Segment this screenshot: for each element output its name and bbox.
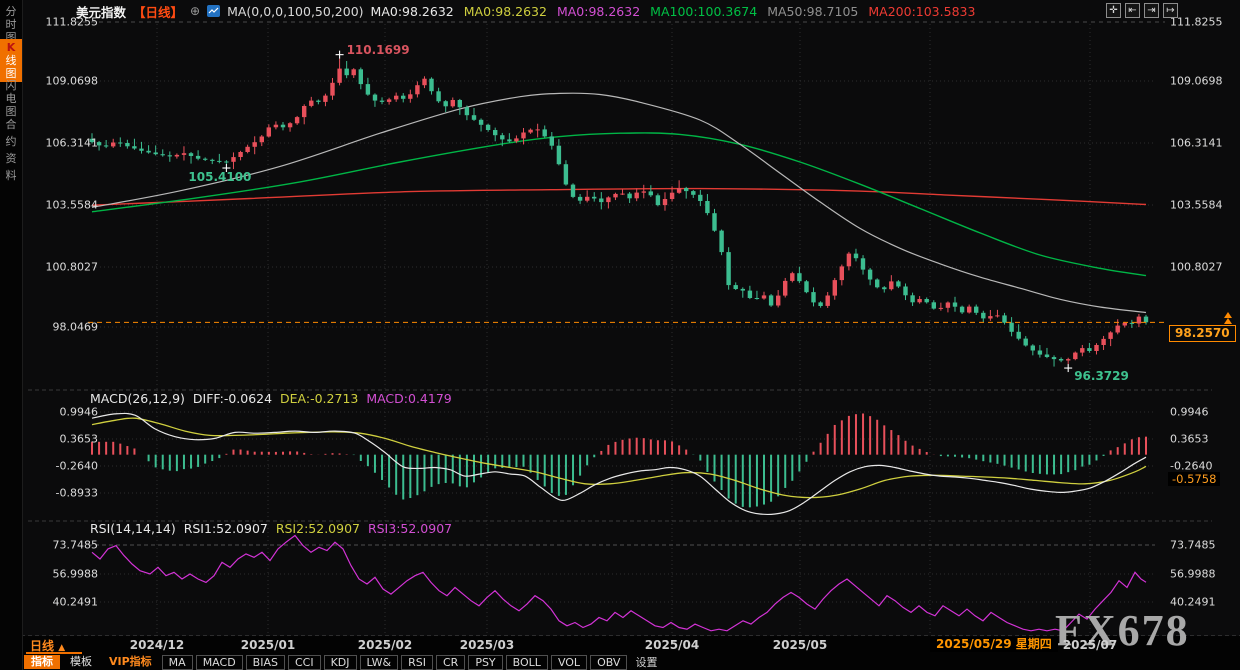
ma-settings-label: MA(0,0,0,100,50,200) (227, 4, 363, 19)
date-axis-month-label: 2025/04 (645, 638, 699, 652)
rsi1-value: RSI1:52.0907 (184, 521, 268, 536)
price-axis-right-label: 109.0698 (1170, 75, 1223, 88)
pan-icon[interactable]: ✛ (1106, 3, 1121, 18)
macd-histogram (92, 413, 1146, 507)
rsi-axis-right-label: 56.9988 (1170, 568, 1216, 581)
candles-layer (90, 59, 1148, 367)
sidebar: 分时图K线图闪电图合约资料 (0, 0, 23, 670)
chart-tool-icons: ✛ ⇤ ⇥ ↦ (1106, 3, 1178, 18)
settings-button[interactable]: 设置 (630, 654, 662, 670)
chart-canvas[interactable] (0, 0, 1240, 670)
header-ma-value-6: MA200:103.5833 (868, 4, 975, 19)
macd-axis-right-label: 0.3653 (1170, 433, 1209, 446)
toolbar-tab-1[interactable]: 指标 (24, 655, 60, 669)
indicator-button-psy[interactable]: PSY (468, 655, 502, 670)
header-ma-value-5: MA50:98.7105 (767, 4, 858, 19)
macd-axis-left-label: 0.3653 (26, 433, 98, 446)
date-axis-month-label: 2025/07 (1063, 638, 1117, 652)
macd-current-badge: -0.5758 (1168, 472, 1220, 486)
ma-values: MA0:98.2632 MA0:98.2632 MA0:98.2632 MA100:1… (371, 4, 976, 19)
date-axis-month-label: 2025/03 (460, 638, 514, 652)
indicator-button-lw[interactable]: LW& (360, 655, 399, 670)
indicator-button-rsi[interactable]: RSI (401, 655, 433, 670)
indicator-button-ma[interactable]: MA (162, 655, 193, 670)
low1-price-annotation: 105.4100 (188, 170, 251, 184)
indicator-button-boll[interactable]: BOLL (506, 655, 548, 670)
toolbar-tab-2[interactable]: 模板 (63, 655, 99, 669)
macd-lines (92, 413, 1146, 514)
chart-svg (0, 0, 1240, 670)
indicator-button-obv[interactable]: OBV (590, 655, 627, 670)
indicator-button-kdj[interactable]: KDJ (324, 655, 357, 670)
macd-dea-value: DEA:-0.2713 (280, 391, 358, 406)
rsi-header: RSI(14,14,14) RSI1:52.0907 RSI2:52.0907 … (90, 521, 452, 536)
rsi-axis-left-label: 40.2491 (26, 596, 98, 609)
price-axis-left-label: 98.0469 (26, 321, 98, 334)
macd-macd-value: MACD:0.4179 (366, 391, 451, 406)
rsi3-value: RSI3:52.0907 (368, 521, 452, 536)
macd-axis-left-label: -0.2640 (26, 460, 98, 473)
date-axis-month-label: 2025/01 (241, 638, 295, 652)
date-axis-month-label: 2025/02 (358, 638, 412, 652)
macd-axis-right-label: -0.2640 (1170, 460, 1212, 473)
rsi-line (92, 536, 1146, 631)
header-ma-value-2: MA0:98.2632 (464, 4, 547, 19)
indicator-button-bias[interactable]: BIAS (246, 655, 285, 670)
selected-date-badge: 2025/05/29 星期四 (930, 637, 1058, 652)
macd-diff-value: DIFF:-0.0624 (193, 391, 272, 406)
price-axis-right-label: 106.3141 (1170, 137, 1223, 150)
header-ma-value-4: MA100:100.3674 (650, 4, 757, 19)
indicator-button-cci[interactable]: CCI (288, 655, 321, 670)
header-ma-value-3: MA0:98.2632 (557, 4, 640, 19)
period-label: 【日线】 (133, 2, 183, 21)
indicator-button-macd[interactable]: MACD (196, 655, 243, 670)
toolbar-tab-3[interactable]: VIP指标 (102, 655, 159, 669)
rsi-axis-left-label: 56.9988 (26, 568, 98, 581)
extreme-markers (222, 51, 1072, 372)
price-axis-left-label: 106.3141 (26, 137, 98, 150)
rsi2-value: RSI2:52.0907 (276, 521, 360, 536)
sidebar-tab-2[interactable]: K线图 (0, 39, 22, 82)
rsi-axis-right-label: 40.2491 (1170, 596, 1216, 609)
price-marker-arrow-icon (1224, 318, 1232, 324)
add-indicator-icon[interactable]: ⊕ (190, 4, 200, 18)
macd-header: MACD(26,12,9) DIFF:-0.0624 DEA:-0.2713 M… (90, 391, 452, 406)
indicator-chart-icon (207, 5, 220, 17)
moving-averages (92, 93, 1146, 312)
rsi-axis-left-label: 73.7485 (26, 539, 98, 552)
price-axis-left-label: 109.0698 (26, 75, 98, 88)
chart-header: 美元指数 【日线】 ⊕ MA(0,0,0,100,50,200) MA0:98.… (76, 3, 975, 19)
shift-right-icon[interactable]: ⇥ (1144, 3, 1159, 18)
price-axis-right-label: 100.8027 (1170, 261, 1223, 274)
price-axis-left-label: 103.5584 (26, 199, 98, 212)
indicator-toolbar: 指标模板VIP指标MAMACDBIASCCIKDJLW&RSICRPSY BOLL… (24, 654, 662, 670)
high-price-annotation: 110.1699 (347, 43, 410, 57)
shift-left-icon[interactable]: ⇤ (1125, 3, 1140, 18)
header-ma-value-1: MA0:98.2632 (371, 4, 454, 19)
macd-axis-left-label: 0.9946 (26, 406, 98, 419)
jump-latest-icon[interactable]: ↦ (1163, 3, 1178, 18)
indicator-button-cr[interactable]: CR (436, 655, 465, 670)
date-axis: 日线 ▲ 2024/122025/012025/022025/032025/04… (0, 637, 1240, 653)
current-price-badge: 98.2570 (1169, 325, 1236, 342)
rsi-title: RSI(14,14,14) (90, 521, 176, 536)
date-axis-month-label: 2025/05 (773, 638, 827, 652)
rsi-axis-right-label: 73.7485 (1170, 539, 1216, 552)
gridlines (0, 22, 1240, 636)
macd-axis-left-label: -0.8933 (26, 487, 98, 500)
macd-axis-right-label: 0.9946 (1170, 406, 1209, 419)
price-axis-right-label: 103.5584 (1170, 199, 1223, 212)
macd-title: MACD(26,12,9) (90, 391, 185, 406)
low2-price-annotation: 96.3729 (1074, 369, 1129, 383)
chart-app-window: 分时图K线图闪电图合约资料 美元指数 【日线】 ⊕ MA(0,0,0,100,5… (0, 0, 1240, 670)
indicator-button-vol[interactable]: VOL (551, 655, 587, 670)
sidebar-tab-4[interactable]: 合约资料 (0, 114, 22, 186)
instrument-title: 美元指数 (76, 2, 126, 21)
price-axis-left-label: 100.8027 (26, 261, 98, 274)
date-axis-month-label: 2024/12 (130, 638, 184, 652)
